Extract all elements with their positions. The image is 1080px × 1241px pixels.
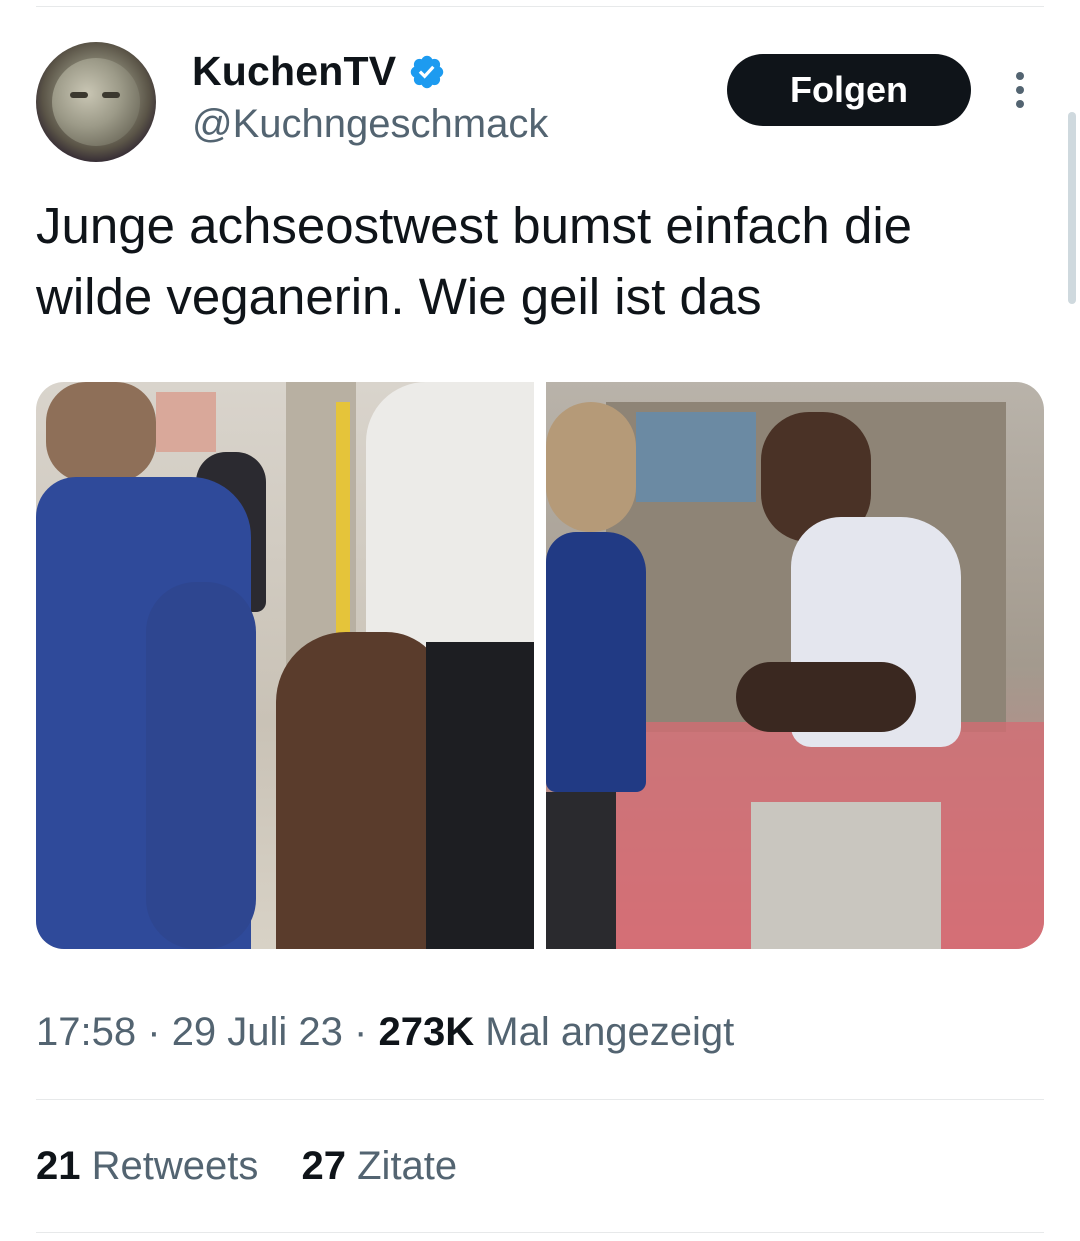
author-handle[interactable]: @Kuchngeschmack — [192, 102, 548, 147]
tweet-stats: 21 Retweets 27 Zitate — [36, 1144, 457, 1189]
quotes-count: 27 — [301, 1144, 347, 1188]
quotes-label: Zitate — [357, 1144, 458, 1188]
meta-separator: · — [147, 1010, 161, 1054]
divider — [36, 1099, 1044, 1100]
views-label: Mal angezeigt — [485, 1010, 735, 1054]
verified-badge-icon[interactable] — [408, 53, 446, 91]
photo-1[interactable] — [36, 382, 534, 949]
retweets-stat[interactable]: 21 Retweets — [36, 1144, 258, 1189]
avatar[interactable] — [36, 42, 156, 162]
follow-button[interactable]: Folgen — [727, 54, 971, 126]
tweet-media — [36, 382, 1044, 949]
divider — [36, 1232, 1044, 1233]
tweet-meta: 17:58 · 29 Juli 23 · 273K Mal angezeigt — [36, 1010, 734, 1055]
meta-separator: · — [354, 1010, 368, 1054]
author-name-row: KuchenTV — [192, 48, 446, 95]
top-divider — [36, 6, 1044, 7]
photo-2[interactable] — [546, 382, 1044, 949]
tweet-text: Junge achseostwest bumst einfach die wil… — [36, 197, 913, 325]
scrollbar[interactable] — [1068, 112, 1076, 304]
tweet-date[interactable]: 29 Juli 23 — [172, 1010, 343, 1054]
tweet-time[interactable]: 17:58 — [36, 1010, 136, 1054]
avatar-face — [52, 58, 140, 146]
author-display-name[interactable]: KuchenTV — [192, 48, 396, 95]
views-count: 273K — [378, 1010, 475, 1054]
more-options-icon[interactable] — [1008, 70, 1032, 110]
retweets-label: Retweets — [91, 1144, 259, 1188]
quotes-stat[interactable]: 27 Zitate — [302, 1144, 458, 1189]
retweets-count: 21 — [36, 1144, 81, 1188]
